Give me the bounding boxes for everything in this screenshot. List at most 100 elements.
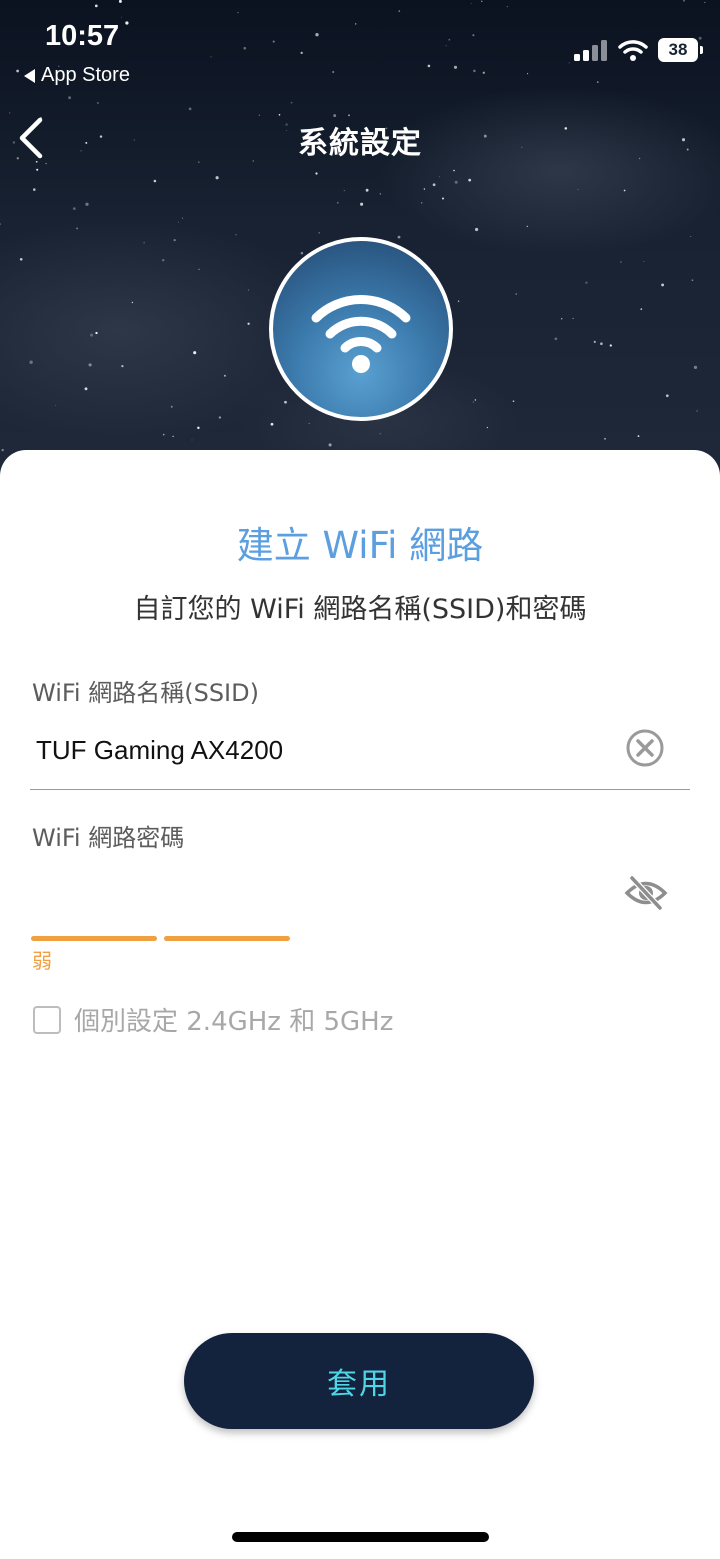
separate-bands-checkbox[interactable]: [33, 1006, 61, 1034]
star: [527, 73, 529, 75]
star: [698, 36, 702, 40]
star: [191, 439, 193, 441]
star: [308, 422, 310, 425]
star: [315, 33, 319, 37]
star: [354, 23, 357, 25]
star: [16, 69, 19, 73]
separate-bands-label[interactable]: 個別設定 2.4GHz 和 5GHz: [74, 1001, 393, 1038]
star: [170, 405, 173, 408]
star: [453, 169, 455, 172]
password-label: WiFi 網路密碼: [32, 824, 185, 852]
star: [328, 443, 332, 447]
password-strength-segment: [164, 936, 290, 941]
eye-off-icon: [624, 875, 668, 911]
star: [474, 399, 477, 401]
star: [515, 293, 517, 295]
star: [585, 281, 588, 284]
star: [600, 342, 603, 345]
apply-button-label: 套用: [327, 1367, 391, 1402]
ssid-input[interactable]: [32, 726, 616, 774]
star: [45, 162, 47, 165]
star: [506, 6, 508, 8]
status-indicators: 38: [574, 38, 703, 62]
status-time: 10:57: [45, 20, 120, 52]
ssid-underline: [30, 789, 690, 790]
star: [526, 225, 528, 228]
star: [193, 351, 197, 355]
star: [398, 10, 401, 12]
star: [432, 183, 436, 187]
star: [315, 172, 318, 175]
back-triangle-icon: [24, 68, 35, 83]
star: [118, 0, 122, 3]
star: [360, 202, 364, 206]
star: [704, 1, 706, 3]
star: [96, 102, 99, 104]
star: [121, 364, 124, 368]
star: [691, 279, 694, 282]
star: [427, 64, 431, 68]
star: [572, 317, 574, 320]
star: [318, 232, 320, 234]
star: [661, 283, 665, 287]
star: [29, 360, 33, 364]
star: [95, 331, 98, 335]
star: [197, 426, 200, 430]
star: [173, 238, 176, 242]
star: [9, 112, 11, 114]
star: [120, 16, 122, 18]
star: [178, 221, 179, 223]
star: [336, 201, 339, 204]
star: [423, 188, 426, 190]
star: [333, 114, 337, 118]
star: [448, 38, 451, 41]
star: [172, 435, 174, 438]
star: [162, 259, 165, 262]
star: [561, 318, 563, 320]
star: [379, 193, 381, 195]
star: [198, 268, 200, 270]
star: [258, 114, 261, 117]
wifi-status-icon: [618, 40, 648, 61]
star: [421, 202, 423, 204]
star: [620, 261, 622, 263]
star: [218, 416, 222, 419]
star: [453, 65, 458, 69]
toggle-password-visibility-button[interactable]: [623, 872, 669, 914]
star: [481, 0, 483, 2]
star: [454, 180, 458, 184]
star: [88, 363, 92, 367]
star: [223, 374, 226, 377]
star: [131, 301, 134, 304]
star: [182, 217, 184, 219]
star: [153, 179, 157, 183]
star: [215, 176, 219, 180]
star: [640, 308, 643, 310]
star: [568, 62, 570, 64]
clear-ssid-button[interactable]: [624, 727, 666, 769]
star: [36, 168, 39, 171]
password-input[interactable]: [32, 866, 612, 916]
star: [270, 422, 274, 426]
star: [445, 45, 447, 47]
star: [76, 227, 79, 230]
star: [300, 51, 303, 55]
cellular-signal-icon: [574, 40, 607, 61]
star: [235, 234, 237, 236]
star: [85, 202, 89, 206]
star: [438, 176, 440, 178]
back-to-app-link[interactable]: App Store: [24, 64, 130, 87]
ssid-label: WiFi 網路名稱(SSID): [32, 679, 259, 707]
star: [690, 236, 692, 238]
form-title: 建立 WiFi 網路: [236, 524, 484, 567]
star: [332, 70, 335, 74]
star: [442, 197, 444, 200]
star: [278, 113, 281, 116]
apply-button[interactable]: 套用: [184, 1333, 534, 1429]
star: [84, 387, 88, 391]
star: [188, 107, 192, 111]
star: [475, 227, 479, 232]
star: [143, 241, 145, 244]
star: [365, 188, 369, 192]
star: [512, 400, 515, 403]
